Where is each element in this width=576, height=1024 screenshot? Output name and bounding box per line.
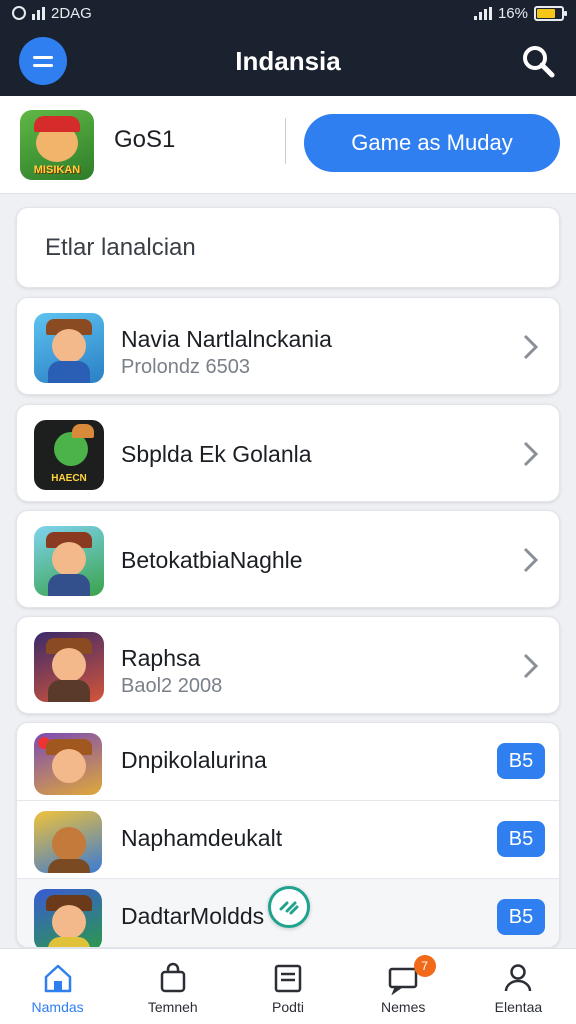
status-right: 16% <box>473 4 567 22</box>
featured-game-icon[interactable]: MISIKAN <box>20 110 94 180</box>
bottom-navigation: Namdas Temneh Podti 7 Nemes Elentaa <box>0 948 576 1024</box>
character-face <box>52 648 86 682</box>
emblem-leaf <box>72 424 94 438</box>
game-title: DadtarMoldds <box>121 903 265 929</box>
home-icon <box>44 964 71 993</box>
action-badge-button[interactable]: B5 <box>497 821 545 857</box>
character-body <box>48 361 90 383</box>
game-card[interactable]: Raphsa Baol2 2008 <box>16 616 560 714</box>
notification-icon <box>12 6 26 20</box>
status-left: 2DAG <box>12 5 92 22</box>
chevron-right-icon <box>523 547 539 573</box>
character-face <box>52 827 86 861</box>
action-badge-button[interactable]: B5 <box>497 743 545 779</box>
battery-fill <box>537 8 556 18</box>
game-title: Naphamdeukalt <box>121 825 283 851</box>
app-bar: Indansia <box>0 26 576 96</box>
page-title: Indansia <box>235 45 341 76</box>
chevron-right-icon <box>523 334 539 360</box>
character-body <box>48 859 90 873</box>
featured-cta-button[interactable]: Game as Muday <box>304 114 560 172</box>
game-card[interactable]: BetokatbiaNaghle <box>16 510 560 608</box>
document-icon <box>274 964 302 993</box>
nav-item-profile[interactable]: Elentaa <box>461 949 576 1024</box>
game-subtitle: Baol2 2008 <box>121 675 223 697</box>
game-icon <box>34 632 104 702</box>
status-bar: 2DAG 16% <box>0 0 576 26</box>
game-icon <box>34 526 104 596</box>
character-face <box>52 329 86 363</box>
game-subtitle: Prolondz 6503 <box>121 356 250 378</box>
floating-link-button[interactable] <box>268 886 310 928</box>
list-item[interactable]: Naphamdeukalt B5 <box>17 801 559 879</box>
signal-icon <box>32 6 45 20</box>
nav-label: Nemes <box>381 999 426 1015</box>
nav-item-home[interactable]: Namdas <box>0 949 115 1024</box>
link-icon <box>279 901 299 915</box>
list-item[interactable]: Dnpikolalurina B5 <box>17 723 559 801</box>
network-label: 2DAG <box>51 4 92 22</box>
game-title: Dnpikolalurina <box>121 747 267 773</box>
battery-icon <box>534 5 567 21</box>
game-icon <box>34 313 104 383</box>
nav-item-documents[interactable]: Podti <box>230 949 345 1024</box>
featured-game-header: MISIKAN GoS1 Game as Muday <box>0 96 576 194</box>
character-body <box>48 574 90 596</box>
wifi-icon <box>473 6 492 20</box>
character-face <box>52 542 86 576</box>
chevron-right-icon <box>523 441 539 467</box>
nav-label: Elentaa <box>494 999 543 1015</box>
search-input[interactable]: Etlar lanalcian <box>16 207 560 288</box>
nav-item-bag[interactable]: Temneh <box>115 949 230 1024</box>
character-face <box>52 749 86 783</box>
featured-icon-text: MISIKAN <box>33 164 81 176</box>
character-face <box>52 905 86 939</box>
search-icon[interactable] <box>520 43 556 79</box>
notification-badge: 7 <box>413 955 436 977</box>
profile-icon <box>505 964 532 992</box>
game-title: Sbplda Ek Golanla <box>121 441 312 467</box>
nav-label: Namdas <box>31 999 84 1015</box>
game-card[interactable]: HAECN Sbplda Ek Golanla <box>16 404 560 502</box>
divider <box>285 118 286 164</box>
game-icon <box>34 889 102 947</box>
menu-icon-line <box>33 63 53 67</box>
nav-item-messages[interactable]: 7 Nemes <box>346 949 461 1024</box>
featured-game-name: GoS1 <box>114 126 176 153</box>
game-icon <box>34 811 102 873</box>
action-badge-button[interactable]: B5 <box>497 899 545 935</box>
game-icon-text: HAECN <box>51 473 87 484</box>
menu-icon-line <box>33 55 53 59</box>
nav-label: Podti <box>272 999 304 1015</box>
game-icon: HAECN <box>34 420 104 490</box>
game-title: Navia Nartlalnckania <box>121 326 332 352</box>
bag-icon <box>160 962 186 993</box>
menu-button[interactable] <box>19 37 67 85</box>
battery-percentage: 16% <box>497 4 528 22</box>
game-title: BetokatbiaNaghle <box>121 547 303 573</box>
character-body <box>48 680 90 702</box>
character-body <box>48 937 90 947</box>
game-title: Raphsa <box>121 645 201 671</box>
game-card[interactable]: Navia Nartlalnckania Prolondz 6503 <box>16 297 560 395</box>
nav-label: Temneh <box>147 999 198 1015</box>
character-hat <box>34 116 80 132</box>
chevron-right-icon <box>523 653 539 679</box>
game-icon <box>34 733 102 795</box>
